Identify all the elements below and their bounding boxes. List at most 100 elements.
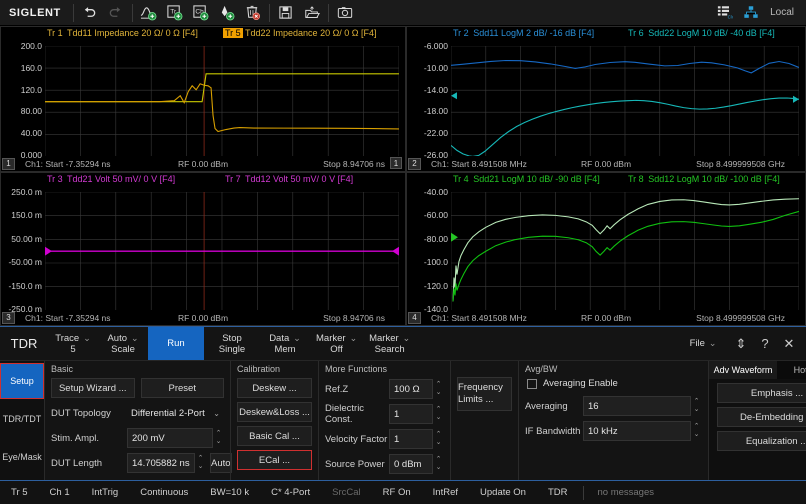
ecal-button[interactable]: ECal ...	[237, 450, 312, 470]
help-icon[interactable]: ?	[754, 333, 776, 355]
chart-1-start-label[interactable]: Ch1: Start -7.35294 ns	[25, 159, 111, 169]
status-cal-state[interactable]: C* 4-Port	[260, 487, 321, 498]
chart-1-corner-badge: 1	[390, 157, 402, 169]
redo-icon[interactable]	[103, 1, 129, 25]
trace-title-tr8[interactable]: Tr 8 Sdd12 LogM 10 dB/ -100 dB [F4]	[626, 174, 801, 190]
marker-search-button[interactable]: Marker ⌄ Search	[363, 327, 416, 360]
stim-ampl-input[interactable]: 200 mV	[127, 428, 213, 448]
file-menu-button[interactable]: File ⌄	[678, 338, 728, 349]
grid-layout-icon[interactable]: C\u03a9	[712, 1, 738, 25]
resize-vertical-icon[interactable]: ⇕	[730, 333, 752, 355]
chart-3-stop-label[interactable]: Stop 8.94706 ns	[323, 313, 385, 323]
data-mem-button[interactable]: Data ⌄ Mem	[260, 327, 310, 360]
trace-title-tr3[interactable]: Tr 3 Tdd21 Volt 50 mV/ 0 V [F4]	[45, 174, 223, 190]
trace-title-tr1[interactable]: Tr 1 Tdd11 Impedance 20 Ω/ 0 Ω [F4]	[45, 28, 223, 44]
add-channel-window-icon[interactable]: Ch	[188, 1, 214, 25]
ref-z-stepper[interactable]: ⌃ ⌄	[433, 381, 444, 397]
status-tdr[interactable]: TDR	[537, 487, 579, 498]
add-trace-window-icon[interactable]: Tr	[162, 1, 188, 25]
chart-window-3[interactable]: Tr 3 Tdd21 Volt 50 mV/ 0 V [F4] Tr 7 Tdd…	[0, 172, 406, 326]
setup-wizard-button[interactable]: Setup Wizard ...	[51, 378, 135, 398]
chart-3-plot-area[interactable]	[45, 192, 399, 311]
chart-2-plot-area[interactable]	[451, 46, 799, 157]
tab-hot-tdr[interactable]: Hot TDR	[777, 361, 806, 379]
tab-adv-waveform[interactable]: Adv Waveform	[709, 361, 777, 379]
chart-2-stop-label[interactable]: Stop 8.499999508 GHz	[696, 159, 785, 169]
trace-title-tr2[interactable]: Tr 2 Sdd11 LogM 2 dB/ -16 dB [F4]	[451, 28, 626, 44]
chart-window-2[interactable]: Tr 2 Sdd11 LogM 2 dB/ -16 dB [F4] Tr 6 S…	[406, 26, 806, 172]
add-trace-icon[interactable]	[136, 1, 162, 25]
status-update[interactable]: Update On	[469, 487, 537, 498]
averaging-input[interactable]: 16	[583, 396, 691, 416]
equalization-button[interactable]: Equalization ...	[717, 431, 806, 451]
chart-1-rf-label[interactable]: RF 0.00 dBm	[178, 159, 228, 169]
run-button[interactable]: Run	[148, 327, 204, 360]
dielectric-const-input[interactable]: 1	[389, 404, 433, 424]
auto-scale-button[interactable]: Auto ⌄ Scale	[98, 327, 148, 360]
marker-off-button[interactable]: Marker ⌄ Off	[310, 327, 363, 360]
chart-1-stop-label[interactable]: Stop 8.94706 ns	[323, 159, 385, 169]
chart-4-start-label[interactable]: Ch1: Start 8.491508 MHz	[431, 313, 527, 323]
status-bandwidth[interactable]: BW=10 k	[199, 487, 260, 498]
chart-4-stop-label[interactable]: Stop 8.499999508 GHz	[696, 313, 785, 323]
frequency-limits-button[interactable]: Frequency Limits ...	[457, 377, 512, 411]
trace-title-tr4[interactable]: Tr 4 Sdd21 LogM 10 dB/ -90 dB [F4]	[451, 174, 626, 190]
chart-window-1[interactable]: Tr 1 Tdd11 Impedance 20 Ω/ 0 Ω [F4] Tr 5…	[0, 26, 406, 172]
sidebar-item-eye-mask[interactable]: Eye/Mask	[0, 439, 44, 475]
chart-3-start-label[interactable]: Ch1: Start -7.35294 ns	[25, 313, 111, 323]
velocity-factor-stepper[interactable]: ⌃ ⌄	[433, 431, 444, 447]
deskew-loss-button[interactable]: Deskew&Loss ...	[237, 402, 312, 422]
chevron-down-icon: ⌄	[708, 338, 717, 348]
chart-4-ytick-4: -120.0	[423, 280, 448, 291]
chart-2-start-label[interactable]: Ch1: Start 8.491508 MHz	[431, 159, 527, 169]
sidebar-item-setup[interactable]: Setup	[0, 363, 44, 399]
chart-4-plot-area[interactable]	[451, 192, 799, 311]
chart-2-rf-label[interactable]: RF 0.00 dBm	[581, 159, 631, 169]
chart-4-rf-label[interactable]: RF 0.00 dBm	[581, 313, 631, 323]
source-power-stepper[interactable]: ⌃ ⌄	[433, 456, 444, 472]
de-embedding-button[interactable]: De-Embedding ...	[717, 407, 806, 427]
status-ref[interactable]: IntRef	[422, 487, 469, 498]
preset-button[interactable]: Preset	[140, 378, 224, 398]
status-trace[interactable]: Tr 5	[0, 487, 39, 498]
dut-length-input[interactable]: 14.705882 ns	[127, 453, 195, 473]
deskew-button[interactable]: Deskew ...	[237, 378, 312, 398]
basic-cal-button[interactable]: Basic Cal ...	[237, 426, 312, 446]
undo-icon[interactable]	[77, 1, 103, 25]
status-trigger[interactable]: IntTrig	[81, 487, 130, 498]
dielectric-const-stepper[interactable]: ⌃ ⌄	[433, 406, 444, 422]
chart-1-plot-area[interactable]	[45, 46, 399, 157]
averaging-stepper[interactable]: ⌃ ⌄	[691, 398, 702, 414]
trace-select-button[interactable]: Trace ⌄ 5	[48, 327, 98, 360]
dut-length-stepper[interactable]: ⌃ ⌄	[195, 455, 206, 471]
ref-z-input[interactable]: 100 Ω	[389, 379, 433, 399]
dut-length-auto-button[interactable]: Auto	[210, 453, 232, 473]
stim-ampl-stepper[interactable]: ⌃ ⌄	[213, 430, 224, 446]
status-srccal[interactable]: SrcCal	[321, 487, 372, 498]
delete-icon[interactable]	[240, 1, 266, 25]
screenshot-icon[interactable]	[332, 1, 358, 25]
sidebar-item-tdr-tdt[interactable]: TDR/TDT	[0, 401, 44, 437]
dut-topology-select[interactable]: Differential 2-Port ⌄	[127, 403, 224, 423]
trace-title-tr6[interactable]: Tr 6 Sdd22 LogM 10 dB/ -40 dB [F4]	[626, 28, 801, 44]
source-power-input[interactable]: 0 dBm	[389, 454, 433, 474]
trace-title-tr7[interactable]: Tr 7 Tdd12 Volt 50 mV/ 0 V [F4]	[223, 174, 401, 190]
emphasis-button[interactable]: Emphasis ...	[717, 383, 806, 403]
if-bandwidth-stepper[interactable]: ⌃ ⌄	[691, 423, 702, 439]
stop-single-button[interactable]: Stop Single	[204, 327, 260, 360]
status-rf[interactable]: RF On	[372, 487, 422, 498]
basic-top-buttons: Setup Wizard ... Preset	[51, 378, 224, 402]
add-marker-icon[interactable]	[214, 1, 240, 25]
status-channel[interactable]: Ch 1	[39, 487, 81, 498]
velocity-factor-input[interactable]: 1	[389, 429, 433, 449]
chart-3-rf-label[interactable]: RF 0.00 dBm	[178, 313, 228, 323]
trace-title-tr5[interactable]: Tr 5 Tdd22 Impedance 20 Ω/ 0 Ω [F4]	[223, 28, 401, 44]
chart-window-4[interactable]: Tr 4 Sdd21 LogM 10 dB/ -90 dB [F4] Tr 8 …	[406, 172, 806, 326]
open-icon[interactable]	[299, 1, 325, 25]
network-icon[interactable]	[738, 1, 764, 25]
if-bandwidth-input[interactable]: 10 kHz	[583, 421, 691, 441]
save-icon[interactable]	[273, 1, 299, 25]
close-icon[interactable]: ✕	[778, 333, 800, 355]
averaging-enable-checkbox[interactable]: Averaging Enable	[527, 378, 702, 389]
status-sweep-mode[interactable]: Continuous	[129, 487, 199, 498]
